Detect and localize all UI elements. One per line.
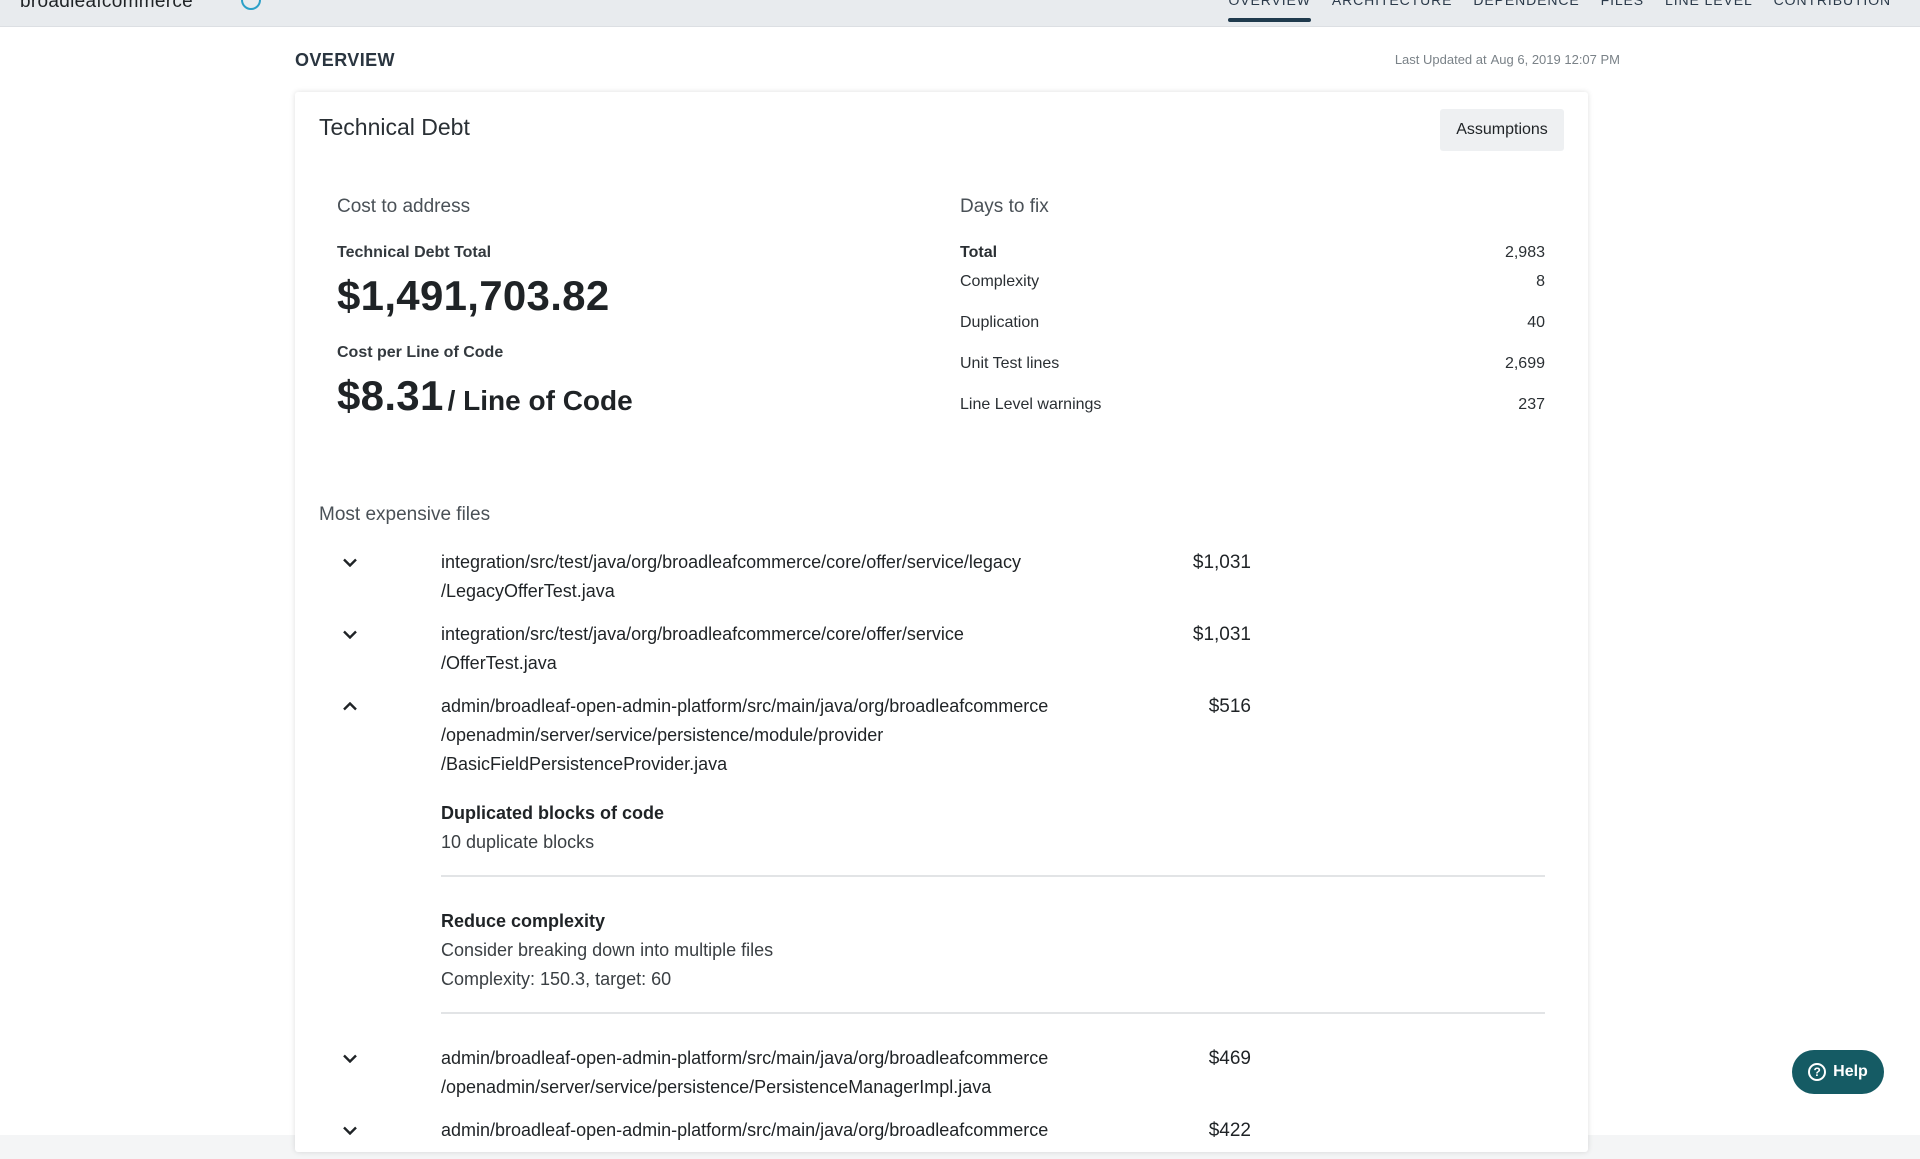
file-path: admin/broadleaf-open-admin-platform/src/… [411,692,1131,779]
brand-name[interactable]: broadleafcommerce [20,0,193,13]
chevron-down-icon[interactable] [319,620,411,648]
last-updated-value: Aug 6, 2019 12:07 PM [1490,52,1620,67]
detail-text: 10 duplicate blocks [441,832,595,852]
question-icon: ? [1808,1063,1827,1081]
file-path: integration/src/test/java/org/broadleafc… [411,620,1131,678]
info-icon[interactable] [241,0,261,10]
expensive-files-list: integration/src/test/java/org/broadleafc… [319,548,1548,1159]
days-row-label: Line Level warnings [960,396,1102,413]
per-line-value: $8.31 [337,372,444,419]
file-path: admin/broadleaf-open-admin-platform/src/… [411,1044,1131,1102]
tab-dependence[interactable]: DEPENDENCE [1473,0,1579,18]
tab-line-level[interactable]: LINE LEVEL [1665,0,1753,18]
file-cost: $516 [1208,696,1251,717]
days-row: Complexity 8 [960,273,1545,291]
days-total-row: Total 2,983 [960,244,1545,262]
page-title: OVERVIEW [295,50,395,70]
file-row[interactable]: integration/src/test/java/org/broadleafc… [319,548,1548,606]
detail-text: Consider breaking down into multiple fil… [441,940,774,960]
per-line-amount: $8.31/ Line of Code [337,372,897,420]
cost-section: Cost to address Technical Debt Total $1,… [337,196,897,420]
days-row: Duplication 40 [960,314,1545,332]
per-line-unit: / Line of Code [447,385,633,416]
help-label: Help [1833,1063,1868,1080]
chevron-down-icon[interactable] [319,548,411,576]
file-path-line: /openadmin/server/service/persistence/mo… [441,725,884,745]
file-item: admin/broadleaf-open-admin-platform/src/… [319,692,1548,1014]
file-item: integration/src/test/java/org/broadleafc… [319,620,1548,678]
technical-debt-card: Technical Debt Assumptions Cost to addre… [295,92,1588,1152]
file-details: Duplicated blocks of code 10 duplicate bl… [441,799,1545,1014]
file-row[interactable]: admin/broadleaf-open-admin-platform/src/… [319,1116,1548,1145]
file-path-line: admin/broadleaf-open-admin-platform/src/… [441,696,1049,716]
days-total-value: 2,983 [1504,244,1545,261]
days-row-value: 40 [1527,314,1545,331]
file-path: integration/src/test/java/org/broadleafc… [411,548,1131,606]
file-item: integration/src/test/java/org/broadleafc… [319,548,1548,606]
days-total-label: Total [960,244,998,261]
detail-text: Complexity: 150.3, target: 60 [441,969,672,989]
file-path: admin/broadleaf-open-admin-platform/src/… [411,1116,1131,1145]
file-path-line: admin/broadleaf-open-admin-platform/src/… [441,1120,1049,1140]
file-path-line: /OfferTest.java [441,653,557,673]
days-row-label: Complexity [960,273,1040,290]
chevron-down-icon[interactable] [319,1116,411,1144]
days-row-value: 237 [1518,396,1545,413]
file-item: admin/broadleaf-open-admin-platform/src/… [319,1044,1548,1102]
days-row: Line Level warnings 237 [960,396,1545,414]
days-row-label: Duplication [960,314,1040,331]
file-path-line: admin/broadleaf-open-admin-platform/src/… [441,1048,1049,1068]
main-nav: OVERVIEW ARCHITECTURE DEPENDENCE FILES LINE … [1228,0,1891,22]
total-amount: $1,491,703.82 [337,272,610,319]
chevron-up-icon[interactable] [319,692,411,720]
last-updated: Last Updated at Aug 6, 2019 12:07 PM [1395,52,1624,67]
days-row-value: 2,699 [1504,355,1545,372]
detail-title: Reduce complexity [441,911,606,931]
help-button[interactable]: ? Help [1792,1050,1884,1094]
file-row[interactable]: admin/broadleaf-open-admin-platform/src/… [319,692,1548,779]
file-path-line: /BasicFieldPersistenceProvider.java [441,754,728,774]
tab-overview[interactable]: OVERVIEW [1228,0,1312,22]
days-heading: Days to fix [960,196,1049,217]
file-path-line: /openadmin/server/service/persistence/Pe… [441,1077,992,1097]
last-updated-prefix: Last Updated at [1394,52,1487,67]
cost-heading: Cost to address [337,196,471,217]
tab-architecture[interactable]: ARCHITECTURE [1332,0,1452,18]
days-section: Days to fix Total 2,983 Complexity 8 Dupli… [960,196,1545,437]
days-row: Unit Test lines 2,699 [960,355,1545,373]
chevron-down-icon[interactable] [319,1044,411,1072]
file-cost: $1,031 [1192,624,1251,645]
detail-block: Duplicated blocks of code 10 duplicate bl… [441,799,1545,877]
file-path-line: integration/src/test/java/org/broadleafc… [441,552,1021,572]
tab-files[interactable]: FILES [1601,0,1644,18]
file-path-line: /LegacyOfferTest.java [441,581,615,601]
file-cost: $469 [1208,1048,1251,1069]
days-row-value: 8 [1536,273,1545,290]
file-cost: $422 [1208,1120,1251,1141]
file-item: admin/broadleaf-open-admin-platform/src/… [319,1116,1548,1145]
card-title: Technical Debt [319,114,470,140]
per-line-label: Cost per Line of Code [337,344,504,361]
total-label: Technical Debt Total [337,244,492,261]
file-cost: $1,031 [1192,552,1251,573]
file-row[interactable]: integration/src/test/java/org/broadleafc… [319,620,1548,678]
file-path-line: integration/src/test/java/org/broadleafc… [441,624,964,644]
assumptions-button[interactable]: Assumptions [1440,109,1564,151]
detail-title: Duplicated blocks of code [441,803,665,823]
days-row-label: Unit Test lines [960,355,1060,372]
tab-contribution[interactable]: CONTRIBUTION [1774,0,1891,18]
file-row[interactable]: admin/broadleaf-open-admin-platform/src/… [319,1044,1548,1102]
detail-block: Reduce complexity Consider breaking down … [441,907,1545,1014]
top-bar: broadleafcommerce OVERVIEW ARCHITECTURE DE… [0,0,1920,27]
files-heading: Most expensive files [319,504,491,525]
